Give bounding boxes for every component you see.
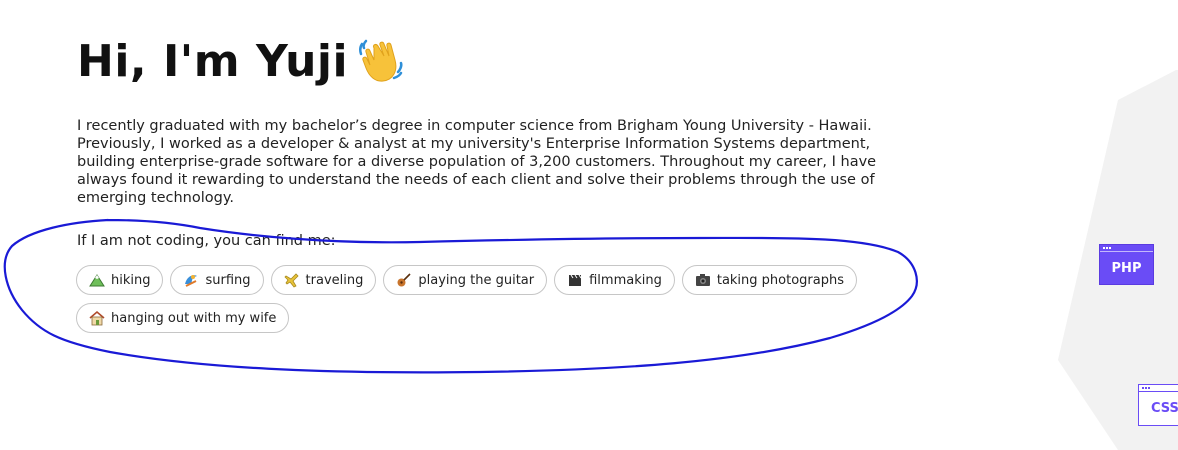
surf-icon <box>185 275 198 287</box>
php-tech-badge: PHP <box>1099 244 1154 285</box>
hobbies-lead: If I am not coding, you can find me: <box>77 233 336 249</box>
mountain-icon <box>89 274 105 287</box>
guitar-icon <box>397 273 411 287</box>
hobby-chip[interactable]: playing the guitar <box>383 265 548 295</box>
hobby-chip[interactable]: filmmaking <box>554 265 675 295</box>
hobby-chip[interactable]: traveling <box>270 265 377 295</box>
css-tech-badge: CSS <box>1138 384 1178 426</box>
camera-icon <box>695 274 710 286</box>
house-icon <box>89 310 105 326</box>
hobby-chip-label: surfing <box>205 272 251 288</box>
bio-paragraph: I recently graduated with my bachelor’s … <box>77 118 877 206</box>
airplane-icon <box>283 273 299 288</box>
hobby-chip[interactable]: hanging out with my wife <box>76 303 290 333</box>
page-title: Hi, I'm Yuji <box>77 34 406 90</box>
hobby-chip-label: hanging out with my wife <box>111 310 277 326</box>
clapperboard-icon <box>569 274 582 286</box>
hobby-chip-list: hiking surfing traveling playing the gui… <box>76 265 876 333</box>
hobby-chip-label: taking photographs <box>716 272 844 288</box>
hobby-chip-label: hiking <box>111 272 151 288</box>
waving-hand-icon <box>359 39 403 82</box>
hobby-chip[interactable]: surfing <box>170 265 264 295</box>
hobby-chip[interactable]: taking photographs <box>681 265 857 295</box>
hobby-chip-label: filmmaking <box>589 272 662 288</box>
hobby-chip[interactable]: hiking <box>76 265 164 295</box>
hobby-chip-label: playing the guitar <box>418 272 535 288</box>
hobby-chip-label: traveling <box>305 272 364 288</box>
